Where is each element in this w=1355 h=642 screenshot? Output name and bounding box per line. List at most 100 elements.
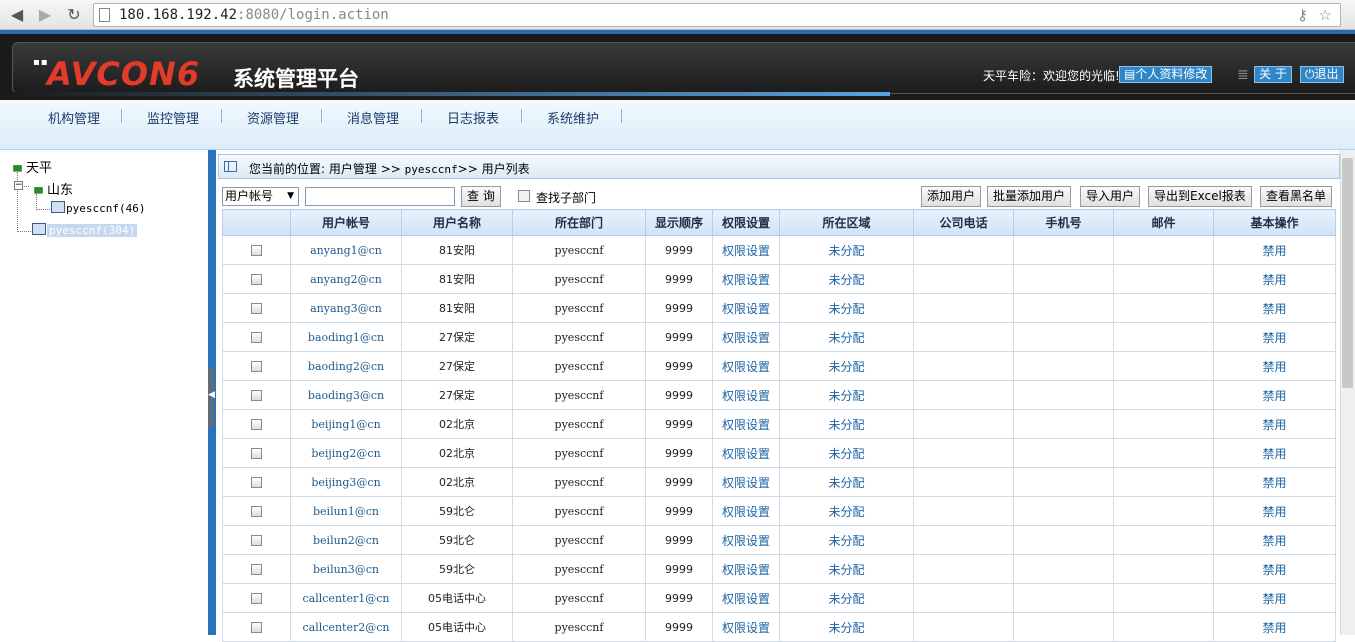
region-link[interactable]: 未分配 bbox=[779, 438, 914, 468]
region-link[interactable]: 未分配 bbox=[779, 351, 914, 381]
disable-link[interactable]: 禁用 bbox=[1213, 351, 1336, 381]
tree-node-pyesccnf-46[interactable]: pyesccnf(46) bbox=[66, 202, 145, 215]
batch-add-button[interactable]: 批量添加用户 bbox=[987, 186, 1072, 207]
tree-node-shandong[interactable]: 山东 bbox=[47, 179, 73, 198]
back-icon[interactable]: ◀ bbox=[6, 4, 28, 26]
disable-link[interactable]: 禁用 bbox=[1213, 322, 1336, 352]
row-checkbox[interactable] bbox=[251, 390, 262, 401]
cell-phone bbox=[913, 525, 1014, 555]
search-input[interactable] bbox=[305, 187, 455, 206]
region-link[interactable]: 未分配 bbox=[779, 380, 914, 410]
perm-settings-link[interactable]: 权限设置 bbox=[712, 467, 780, 497]
menu-monitor[interactable]: 监控管理 bbox=[147, 108, 199, 127]
row-checkbox[interactable] bbox=[251, 564, 262, 575]
perm-settings-link[interactable]: 权限设置 bbox=[712, 525, 780, 555]
row-checkbox[interactable] bbox=[251, 477, 262, 488]
forward-icon[interactable]: ▶ bbox=[34, 4, 56, 26]
collapse-arrow-icon[interactable]: ◀ bbox=[208, 390, 215, 400]
perm-settings-link[interactable]: 权限设置 bbox=[712, 235, 780, 265]
perm-settings-link[interactable]: 权限设置 bbox=[712, 264, 780, 294]
star-icon[interactable]: ☆ bbox=[1319, 6, 1332, 24]
col-header-name[interactable]: 用户名称 bbox=[401, 209, 513, 236]
menu-maintenance[interactable]: 系统维护 bbox=[547, 108, 599, 127]
menu-resource[interactable]: 资源管理 bbox=[247, 108, 299, 127]
query-button[interactable]: 查 询 bbox=[461, 186, 501, 207]
export-excel-button[interactable]: 导出到Excel报表 bbox=[1148, 186, 1252, 207]
reload-icon[interactable]: ↻ bbox=[63, 4, 85, 26]
disable-link[interactable]: 禁用 bbox=[1213, 525, 1336, 555]
menu-message[interactable]: 消息管理 bbox=[347, 108, 399, 127]
row-checkbox[interactable] bbox=[251, 245, 262, 256]
region-link[interactable]: 未分配 bbox=[779, 293, 914, 323]
menu-org[interactable]: 机构管理 bbox=[48, 108, 100, 127]
disable-link[interactable]: 禁用 bbox=[1213, 612, 1336, 642]
row-checkbox[interactable] bbox=[251, 506, 262, 517]
region-link[interactable]: 未分配 bbox=[779, 612, 914, 642]
profile-button[interactable]: ▤个人资料修改 bbox=[1119, 66, 1213, 83]
row-checkbox[interactable] bbox=[251, 274, 262, 285]
perm-settings-link[interactable]: 权限设置 bbox=[712, 322, 780, 352]
row-checkbox[interactable] bbox=[251, 361, 262, 372]
add-user-button[interactable]: 添加用户 bbox=[921, 186, 982, 207]
search-field-select[interactable]: 用户帐号 bbox=[222, 187, 299, 206]
disable-link[interactable]: 禁用 bbox=[1213, 554, 1336, 584]
perm-settings-link[interactable]: 权限设置 bbox=[712, 438, 780, 468]
perm-settings-link[interactable]: 权限设置 bbox=[712, 409, 780, 439]
disable-link[interactable]: 禁用 bbox=[1213, 583, 1336, 613]
cell-dept: pyesccnf bbox=[512, 322, 646, 352]
disable-link[interactable]: 禁用 bbox=[1213, 438, 1336, 468]
region-link[interactable]: 未分配 bbox=[779, 467, 914, 497]
region-link[interactable]: 未分配 bbox=[779, 583, 914, 613]
region-link[interactable]: 未分配 bbox=[779, 525, 914, 555]
collapse-icon[interactable]: − bbox=[14, 181, 23, 190]
disable-link[interactable]: 禁用 bbox=[1213, 293, 1336, 323]
import-user-button[interactable]: 导入用户 bbox=[1080, 186, 1141, 207]
disable-link[interactable]: 禁用 bbox=[1213, 380, 1336, 410]
row-checkbox[interactable] bbox=[251, 303, 262, 314]
col-header-order[interactable]: 显示顺序 bbox=[645, 209, 713, 236]
perm-settings-link[interactable]: 权限设置 bbox=[712, 496, 780, 526]
tree-node-root[interactable]: 天平 bbox=[26, 157, 52, 176]
disable-link[interactable]: 禁用 bbox=[1213, 467, 1336, 497]
blacklist-button[interactable]: 查看黑名单 bbox=[1260, 186, 1333, 207]
col-header-account[interactable]: 用户帐号 bbox=[290, 209, 402, 236]
row-checkbox[interactable] bbox=[251, 593, 262, 604]
row-checkbox[interactable] bbox=[251, 448, 262, 459]
row-checkbox[interactable] bbox=[251, 332, 262, 343]
wrench-icon[interactable]: ⚷ bbox=[1297, 6, 1308, 24]
breadcrumb: 您当前的位置: 用户管理 >> pyesccnf>> 用户列表 bbox=[218, 154, 1340, 179]
breadcrumb-dept: pyesccnf bbox=[404, 163, 458, 176]
perm-settings-link[interactable]: 权限设置 bbox=[712, 380, 780, 410]
perm-settings-link[interactable]: 权限设置 bbox=[712, 554, 780, 584]
address-bar[interactable]: 180.168.192.42:8080/login.action ⚷ ☆ bbox=[93, 3, 1341, 27]
about-button[interactable]: 关 于 bbox=[1254, 66, 1292, 83]
perm-settings-link[interactable]: 权限设置 bbox=[712, 583, 780, 613]
logout-button[interactable]: ⏻退出 bbox=[1300, 66, 1344, 83]
perm-settings-link[interactable]: 权限设置 bbox=[712, 612, 780, 642]
cell-phone bbox=[913, 554, 1014, 584]
perm-settings-link[interactable]: 权限设置 bbox=[712, 293, 780, 323]
region-link[interactable]: 未分配 bbox=[779, 554, 914, 584]
scrollbar-thumb[interactable] bbox=[1342, 158, 1353, 388]
cell-email bbox=[1113, 496, 1214, 526]
region-link[interactable]: 未分配 bbox=[779, 496, 914, 526]
perm-settings-link[interactable]: 权限设置 bbox=[712, 351, 780, 381]
row-checkbox[interactable] bbox=[251, 535, 262, 546]
disable-link[interactable]: 禁用 bbox=[1213, 235, 1336, 265]
col-header-dept[interactable]: 所在部门 bbox=[512, 209, 646, 236]
region-link[interactable]: 未分配 bbox=[779, 322, 914, 352]
disable-link[interactable]: 禁用 bbox=[1213, 409, 1336, 439]
row-checkbox[interactable] bbox=[251, 419, 262, 430]
row-checkbox[interactable] bbox=[251, 622, 262, 633]
disable-link[interactable]: 禁用 bbox=[1213, 496, 1336, 526]
region-link[interactable]: 未分配 bbox=[779, 235, 914, 265]
menu-log[interactable]: 日志报表 bbox=[447, 108, 499, 127]
tree-node-pyesccnf-304[interactable]: pyesccnf(304) bbox=[47, 224, 138, 237]
region-link[interactable]: 未分配 bbox=[779, 409, 914, 439]
user-table: 用户帐号 用户名称 所在部门 显示顺序 权限设置 所在区域 公司电话 手机号 邮… bbox=[222, 209, 1336, 642]
region-link[interactable]: 未分配 bbox=[779, 264, 914, 294]
disable-link[interactable]: 禁用 bbox=[1213, 264, 1336, 294]
row-checkbox-cell bbox=[222, 235, 291, 265]
subdept-checkbox[interactable] bbox=[518, 190, 530, 202]
table-row: beijing1@cn 02北京 pyesccnf 9999 权限设置 未分配 禁用 bbox=[222, 409, 1336, 439]
